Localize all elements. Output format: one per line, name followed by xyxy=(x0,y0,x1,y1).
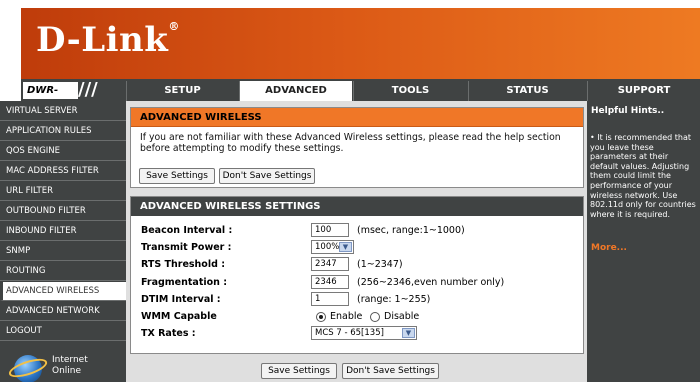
sidebar-item-advanced-network[interactable]: ADVANCED NETWORK xyxy=(0,302,126,321)
tab-tools[interactable]: TOOLS xyxy=(353,81,467,101)
fragmentation-input[interactable]: 2346 xyxy=(311,275,349,289)
header-top-strip xyxy=(0,0,700,8)
dtim-interval-label: DTIM Interval : xyxy=(141,294,221,305)
chevron-down-icon: ▼ xyxy=(339,242,352,252)
sidebar-item-virtual-server[interactable]: VIRTUAL SERVER xyxy=(0,102,126,121)
help-text: • It is recommended that you leave these… xyxy=(590,133,696,219)
rts-threshold-input[interactable]: 2347 xyxy=(311,257,349,271)
beacon-interval-input[interactable]: 100 xyxy=(311,223,349,237)
sidebar-item-routing[interactable]: ROUTING xyxy=(0,262,126,281)
sidebar-item-advanced-wireless[interactable]: ADVANCED WIRELESS xyxy=(0,282,126,301)
wmm-disable-radio[interactable] xyxy=(370,312,380,322)
intro-title: ADVANCED WIRELESS xyxy=(131,108,583,127)
help-title: Helpful Hints.. xyxy=(591,106,665,116)
chevron-down-icon: ▼ xyxy=(402,328,415,338)
dtim-interval-note: (range: 1~255) xyxy=(357,294,431,305)
tab-status[interactable]: STATUS xyxy=(468,81,586,101)
dtim-interval-input[interactable]: 1 xyxy=(311,292,349,306)
tx-rates-value: MCS 7 - 65[135] xyxy=(315,328,384,338)
internet-status: Internet Online xyxy=(52,355,88,377)
sidebar-item-qos-engine[interactable]: QOS ENGINE xyxy=(0,142,126,161)
transmit-power-value: 100% xyxy=(315,242,340,252)
dlink-logo: D-Link® xyxy=(36,20,180,60)
intro-text: If you are not familiar with these Advan… xyxy=(140,132,561,154)
internet-status-value: Online xyxy=(52,366,82,376)
beacon-interval-note: (msec, range:1~1000) xyxy=(357,225,465,236)
sidebar-item-snmp[interactable]: SNMP xyxy=(0,242,126,261)
fragmentation-label: Fragmentation : xyxy=(141,277,228,288)
sidebar-item-application-rules[interactable]: APPLICATION RULES xyxy=(0,122,126,141)
model-slash-graphic: /// xyxy=(78,79,98,100)
advanced-wireless-intro-panel: ADVANCED WIRELESS If you are not familia… xyxy=(130,107,584,188)
settings-title: ADVANCED WIRELESS SETTINGS xyxy=(131,197,583,216)
internet-status-label: Internet xyxy=(52,355,88,365)
tab-advanced[interactable]: ADVANCED xyxy=(239,81,352,101)
logo-registered-mark: ® xyxy=(168,20,180,33)
wmm-capable-label: WMM Capable xyxy=(141,311,217,322)
wmm-enable-radio[interactable] xyxy=(316,312,326,322)
wmm-enable-label: Enable xyxy=(330,311,363,322)
bottom-save-settings-button[interactable]: Save Settings xyxy=(261,363,337,379)
sidebar-item-mac-address-filter[interactable]: MAC ADDRESS FILTER xyxy=(0,162,126,181)
tx-rates-select[interactable]: MCS 7 - 65[135] ▼ xyxy=(311,326,417,340)
fragmentation-note: (256~2346,even number only) xyxy=(357,277,505,288)
help-more-link[interactable]: More... xyxy=(591,243,627,253)
wmm-disable-label: Disable xyxy=(384,311,420,322)
transmit-power-label: Transmit Power : xyxy=(141,242,232,253)
save-settings-button[interactable]: Save Settings xyxy=(139,168,215,184)
dont-save-settings-button[interactable]: Don't Save Settings xyxy=(219,168,315,184)
bottom-dont-save-settings-button[interactable]: Don't Save Settings xyxy=(342,363,439,379)
tx-rates-label: TX Rates : xyxy=(141,328,196,339)
tab-support[interactable]: SUPPORT xyxy=(587,81,700,101)
sidebar: VIRTUAL SERVER APPLICATION RULES QOS ENG… xyxy=(0,101,126,382)
tab-setup[interactable]: SETUP xyxy=(126,81,238,101)
model-label: DWR-921 xyxy=(23,82,78,113)
advanced-wireless-settings-panel: ADVANCED WIRELESS SETTINGS Beacon Interv… xyxy=(130,196,584,354)
logo-text: D-Link xyxy=(36,20,169,60)
sidebar-item-inbound-filter[interactable]: INBOUND FILTER xyxy=(0,222,126,241)
rts-threshold-label: RTS Threshold : xyxy=(141,259,225,270)
header-left-strip xyxy=(0,0,21,79)
internet-globe-icon xyxy=(6,355,50,382)
sidebar-item-url-filter[interactable]: URL FILTER xyxy=(0,182,126,201)
transmit-power-select[interactable]: 100% ▼ xyxy=(311,240,354,254)
sidebar-item-outbound-filter[interactable]: OUTBOUND FILTER xyxy=(0,202,126,221)
rts-threshold-note: (1~2347) xyxy=(357,259,403,270)
beacon-interval-label: Beacon Interval : xyxy=(141,225,233,236)
sidebar-item-logout[interactable]: LOGOUT xyxy=(0,322,126,341)
